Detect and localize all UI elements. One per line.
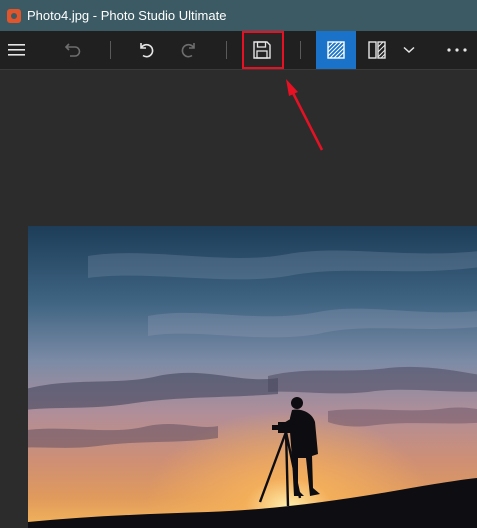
save-button[interactable]	[242, 31, 284, 69]
view-options-dropdown[interactable]	[398, 31, 420, 69]
rotate-left-icon	[140, 43, 154, 58]
toolbar-separator	[300, 41, 301, 59]
toolbar	[0, 31, 477, 70]
chevron-down-icon	[403, 46, 415, 54]
hamburger-menu-icon	[8, 44, 25, 56]
rotate-right-button[interactable]	[175, 31, 201, 69]
more-options-button[interactable]	[442, 31, 472, 69]
window-title: Photo4.jpg - Photo Studio Ultimate	[27, 8, 227, 23]
single-view-icon	[327, 41, 345, 59]
title-bar: Photo4.jpg - Photo Studio Ultimate	[0, 0, 477, 31]
undo-icon	[64, 43, 81, 57]
toolbar-separator	[226, 41, 227, 59]
app-logo-icon	[7, 8, 21, 23]
photo-preview[interactable]	[28, 226, 477, 528]
more-options-icon	[447, 48, 467, 52]
compare-view-icon	[368, 41, 386, 59]
rotate-right-icon	[181, 43, 195, 58]
single-view-button[interactable]	[316, 31, 356, 69]
floppy-disk-save-icon	[253, 41, 271, 59]
menu-button[interactable]	[4, 31, 30, 69]
toolbar-separator	[110, 41, 111, 59]
sunset-photographer-image	[28, 226, 477, 528]
undo-button[interactable]	[60, 31, 86, 69]
compare-view-button[interactable]	[364, 31, 390, 69]
rotate-left-button[interactable]	[134, 31, 160, 69]
